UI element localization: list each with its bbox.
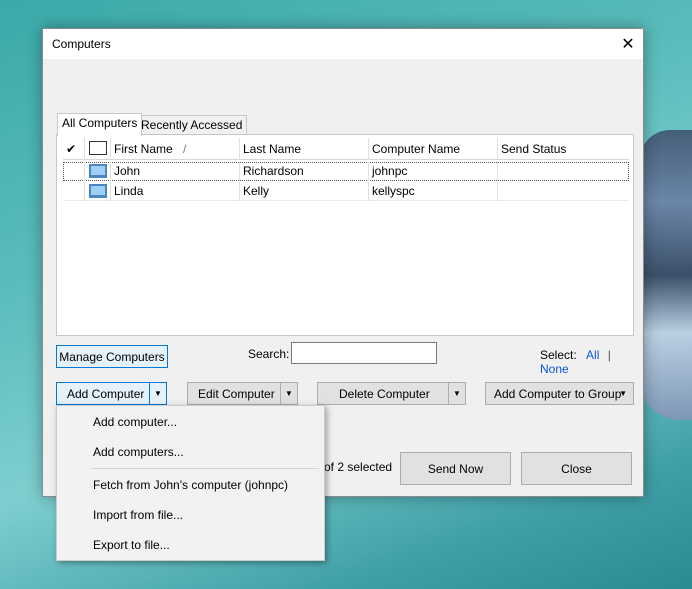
select-controls: Select: All | None [540,348,643,376]
row-checkbox[interactable] [63,182,85,201]
select-all-link[interactable]: All [586,348,599,362]
menu-item-add-computers[interactable]: Add computers... [93,445,184,459]
send-now-button[interactable]: Send Now [400,452,511,485]
checkmark-icon[interactable]: ✔ [63,138,85,160]
computer-list[interactable]: ✔ First Name / Last Name Computer Name S… [56,134,634,336]
monitor-icon [89,184,107,198]
row-monitor [85,182,111,201]
column-label: Computer Name [372,142,461,156]
chevron-down-icon[interactable]: ▼ [149,383,166,404]
background-flower [640,130,692,420]
button-label: Manage Computers [59,349,165,364]
search-label: Search: [248,347,290,361]
select-label: Select: [540,348,577,362]
close-button[interactable]: Close [521,452,632,485]
chevron-down-icon: ▼ [619,389,627,398]
button-label: Add Computer to Group [494,386,622,401]
selection-status: of 2 selected [324,460,393,474]
cell-first-name: John [111,162,240,181]
table-row[interactable]: Linda Kelly kellyspc [63,182,629,201]
manage-computers-button[interactable]: Manage Computers [56,345,168,368]
edit-computer-button[interactable]: Edit Computer ▼ [187,382,298,405]
chevron-down-icon[interactable]: ▼ [448,383,465,404]
select-none-link[interactable]: None [540,362,569,376]
menu-item-export[interactable]: Export to file... [93,538,170,552]
column-monitor-icon[interactable] [85,138,111,160]
column-label: First Name [114,142,173,156]
column-computer-name[interactable]: Computer Name [369,138,498,160]
title-bar: Computers ✕ [43,29,643,59]
tab-label: All Computers [62,116,138,130]
menu-item-add-computer[interactable]: Add computer... [93,415,177,429]
button-label: Add Computer [67,386,145,401]
menu-item-import[interactable]: Import from file... [93,508,183,522]
dialog-title: Computers [52,37,111,51]
column-label: Send Status [501,142,567,156]
cell-send-status [498,182,629,201]
cell-last-name: Kelly [240,182,369,201]
tab-recently-accessed[interactable]: Recently Accessed [136,115,248,135]
add-computer-button[interactable]: Add Computer ▼ [56,382,167,405]
monitor-icon [89,164,107,178]
button-label: Delete Computer [339,386,430,401]
menu-item-fetch[interactable]: Fetch from John's computer (johnpc) [93,478,288,492]
select-separator: | [607,348,611,362]
column-last-name[interactable]: Last Name [240,138,369,160]
add-computer-menu: Add computer... Add computers... Fetch f… [56,405,325,561]
table-row[interactable]: John Richardson johnpc [63,162,629,181]
menu-separator [91,468,319,469]
tab-all-computers[interactable]: All Computers [57,113,143,136]
cell-last-name: Richardson [240,162,369,181]
cell-first-name: Linda [111,182,240,201]
row-checkbox[interactable] [63,162,85,181]
button-label: Edit Computer [198,386,275,401]
column-send-status[interactable]: Send Status [498,138,629,160]
sort-indicator: / [183,142,187,156]
column-label: Last Name [243,142,302,156]
list-header: ✔ First Name / Last Name Computer Name S… [63,138,629,160]
delete-computer-button[interactable]: Delete Computer ▼ [317,382,466,405]
tab-label: Recently Accessed [141,118,243,132]
add-to-group-button[interactable]: Add Computer to Group ▼ [485,382,634,405]
monitor-icon [89,141,107,155]
chevron-down-icon[interactable]: ▼ [280,383,297,404]
cell-send-status [498,162,629,181]
close-icon[interactable]: ✕ [613,29,643,59]
column-first-name[interactable]: First Name / [111,138,240,160]
search-input[interactable] [291,342,437,364]
button-label: Send Now [427,461,484,476]
button-label: Close [561,461,592,476]
row-monitor [85,162,111,181]
cell-computer-name: johnpc [369,162,498,181]
cell-computer-name: kellyspc [369,182,498,201]
